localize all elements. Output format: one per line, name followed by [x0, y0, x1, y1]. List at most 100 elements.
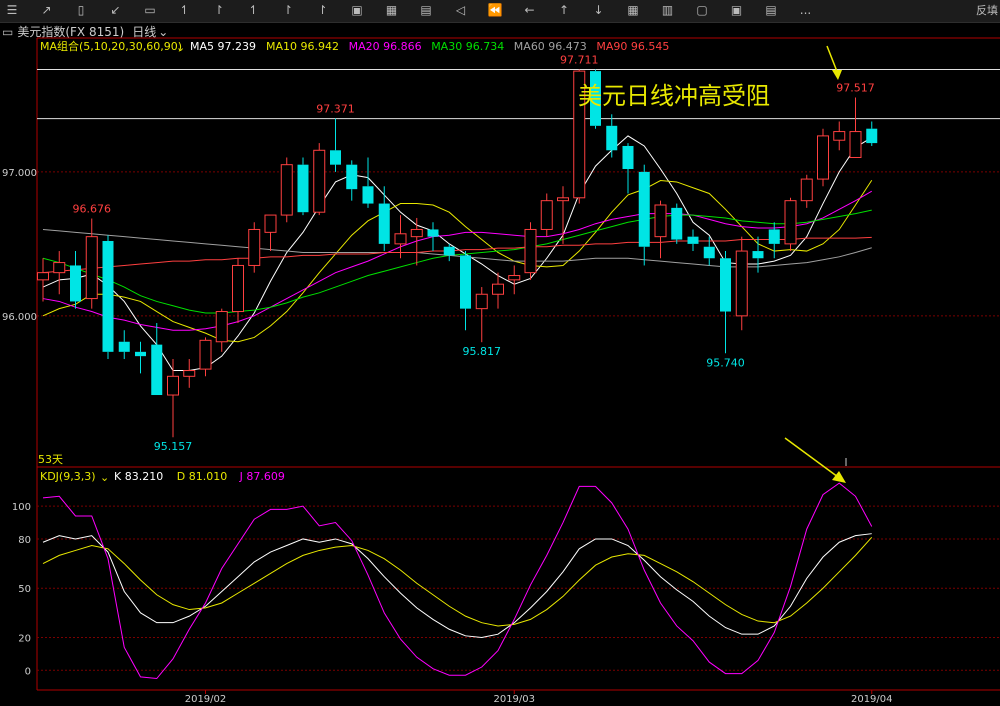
kdj-y-tick-label: 0 [25, 666, 31, 677]
kdj-y-tick-label: 20 [18, 633, 31, 644]
candle-body [817, 135, 829, 180]
candle-up [849, 97, 862, 158]
kdj-legend-item: J 87.609 [239, 470, 285, 483]
candle-up [524, 222, 537, 280]
candle-down [297, 157, 309, 216]
candle-up [654, 200, 667, 259]
candle-body [37, 272, 49, 281]
candle-up [183, 359, 196, 388]
candle-up [199, 337, 212, 377]
candle-body [362, 186, 374, 204]
price-label: 97.371 [316, 102, 355, 115]
ma-legend-item: MA5 97.239 [190, 40, 256, 53]
x-tick-label: 2019/03 [493, 694, 535, 705]
candle-body [53, 262, 66, 274]
ma-legend-item: MA组合(5,10,20,30,60,90) [40, 39, 182, 53]
ma-legend-item: MA90 96.545 [596, 40, 669, 53]
candle-up [232, 258, 244, 324]
candle-body [460, 255, 471, 309]
price-label: 97.517 [836, 81, 875, 94]
candle-body [183, 370, 196, 377]
candle-body [394, 233, 407, 245]
candle-down [102, 235, 114, 360]
candle-down [460, 251, 471, 331]
kdj-line-k [42, 533, 872, 638]
candle-up [735, 236, 748, 331]
kdj-line-j [42, 482, 873, 680]
candle-up [410, 217, 423, 266]
price-label: 95.740 [706, 356, 745, 369]
ma-legend-item: MA10 96.942 [266, 40, 339, 53]
candle-down [346, 160, 358, 201]
candle-down [362, 157, 374, 208]
candle-down [118, 330, 130, 360]
days-count-label: 53天 [38, 453, 63, 466]
candle-down [70, 251, 81, 309]
ma-legend-item: MA60 96.473 [514, 40, 587, 53]
candle-body [313, 149, 326, 213]
candle-body [768, 229, 780, 244]
candle-down [427, 222, 439, 252]
candle-body [638, 171, 650, 247]
candle-up [557, 186, 569, 244]
candle-body [735, 250, 748, 317]
kdj-legend-item: KDJ(9,3,3) [40, 470, 96, 483]
arrow-line [784, 437, 839, 478]
candle-body [752, 251, 764, 259]
candle-body [833, 131, 846, 141]
candle-body [378, 203, 390, 244]
candle-body [135, 351, 146, 357]
arrow-icon [784, 437, 846, 483]
candle-up [264, 214, 277, 252]
candle-body [264, 214, 277, 233]
candle-body [167, 375, 179, 396]
price-label: 96.676 [73, 203, 112, 216]
chevron-down-icon: ⌄ [176, 41, 185, 54]
candle-body [280, 164, 293, 216]
candle-down [330, 118, 341, 172]
candle-body [427, 229, 439, 237]
candle-body [687, 236, 699, 244]
candle-body [443, 246, 455, 256]
kdj-legend-item: K 83.210 [114, 470, 163, 483]
price-label: 95.817 [463, 345, 502, 358]
candle-body [800, 178, 813, 202]
arrow-head [832, 70, 842, 80]
candle-down [638, 164, 650, 266]
candle-body [410, 228, 423, 238]
candle-body [866, 128, 878, 144]
candle-body [248, 228, 261, 266]
candle-body [849, 131, 862, 158]
candle-body [70, 265, 81, 302]
main-y-tick-label: 97.000 [2, 168, 37, 179]
candle-body [232, 264, 244, 313]
kdj-y-tick-label: 100 [12, 502, 31, 513]
candle-up [817, 128, 829, 187]
candle-down [622, 143, 634, 194]
candle-down [687, 229, 699, 252]
candle-body [784, 200, 797, 245]
candle-body [475, 293, 488, 310]
candle-down [606, 114, 618, 158]
candle-body [720, 258, 731, 312]
candle-up [85, 218, 98, 309]
kdj-y-tick-label: 50 [18, 584, 31, 595]
kdj-line-d [42, 536, 873, 627]
kdj-y-tick-label: 80 [18, 535, 31, 546]
ma-legend: MA组合(5,10,20,30,60,90)⌄ MA5 97.239 MA10 96… [40, 39, 669, 54]
candle-body [215, 311, 228, 343]
candle-up [215, 308, 228, 352]
candle-body [85, 236, 98, 300]
candle-down [378, 186, 390, 252]
x-tick-label: 2019/04 [851, 694, 893, 705]
arrow-icon [826, 45, 842, 80]
kdj-legend-item: D 81.010 [177, 470, 227, 483]
chevron-down-icon: ⌄ [100, 471, 109, 484]
candle-body [346, 164, 358, 190]
candle-up [800, 174, 813, 208]
candle-body [654, 204, 667, 238]
candle-body [671, 207, 683, 240]
candle-up [784, 197, 797, 252]
candle-body [102, 240, 114, 352]
candle-body [524, 228, 537, 274]
